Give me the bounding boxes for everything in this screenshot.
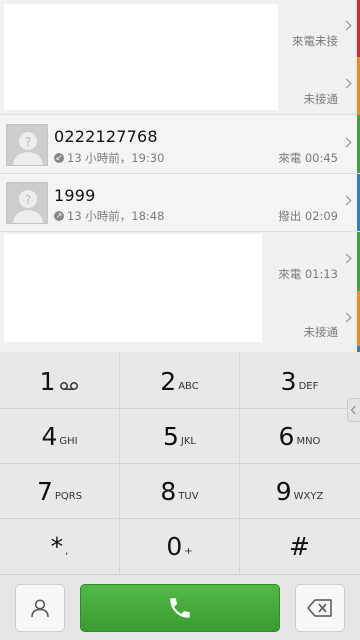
call-log-row[interactable]: 未接通: [0, 291, 360, 352]
call-status: 未接通: [303, 325, 339, 339]
dialer-action-bar: [0, 574, 360, 640]
call-time: ↙ 13 小時前，19:30: [54, 151, 165, 165]
key-3[interactable]: 3 DEF: [240, 354, 359, 409]
default-avatar-icon: ?: [7, 183, 47, 223]
call-log-row[interactable]: 來電 01:13: [0, 232, 360, 342]
dialpad: 1 2 ABC 3 DEF 4 GHI 5 JKL 6 MNO 7 PQRS 8…: [0, 352, 360, 574]
call-log-row[interactable]: ? 1999 ↗ 13 小時前，18:48 撥出 02:09: [0, 174, 360, 232]
key-6[interactable]: 6 MNO: [240, 409, 359, 464]
key-7[interactable]: 7 PQRS: [0, 464, 119, 519]
avatar: ?: [6, 124, 48, 166]
call-duration: 來電 01:13: [278, 267, 338, 281]
call-button[interactable]: [80, 584, 280, 632]
call-log-row[interactable]: ? 0222127768 ↙ 13 小時前，19:30 來電 00:45: [0, 115, 360, 174]
drawer-handle-icon[interactable]: [347, 398, 360, 422]
chevron-right-icon[interactable]: [341, 312, 352, 323]
key-8[interactable]: 8 TUV: [120, 464, 239, 519]
call-log-row[interactable]: 來電未接: [0, 0, 360, 110]
chevron-right-icon[interactable]: [341, 195, 352, 206]
incoming-call-icon: ↙: [54, 153, 64, 163]
call-status: 來電未接: [292, 34, 338, 48]
key-star[interactable]: * ,: [0, 519, 119, 574]
key-5[interactable]: 5 JKL: [120, 409, 239, 464]
chevron-right-icon[interactable]: [341, 253, 352, 264]
key-hash[interactable]: #: [240, 519, 359, 574]
key-4[interactable]: 4 GHI: [0, 409, 119, 464]
contacts-icon: [31, 599, 49, 618]
chevron-right-icon[interactable]: [341, 20, 352, 31]
contacts-button[interactable]: [15, 584, 65, 632]
key-0[interactable]: 0 +: [120, 519, 239, 574]
call-log-list: 來電未接 未接通 ? 0222127768 ↙ 13 小時前，19:30 來電 …: [0, 0, 360, 352]
call-status: 未接通: [303, 92, 339, 106]
avatar: ?: [6, 182, 48, 224]
phone-number: 0222127768: [54, 127, 158, 146]
backspace-button[interactable]: [295, 584, 345, 632]
call-duration: 來電 00:45: [278, 151, 338, 165]
svg-text:?: ?: [25, 135, 31, 149]
key-1[interactable]: 1: [0, 354, 119, 409]
voicemail-icon: [60, 382, 79, 390]
chevron-right-icon[interactable]: [341, 137, 352, 148]
phone-icon: [170, 598, 190, 618]
call-duration: 撥出 02:09: [278, 209, 338, 223]
phone-number: 1999: [54, 186, 96, 205]
outgoing-call-icon: ↗: [54, 211, 64, 221]
call-log-row[interactable]: 未接通: [0, 57, 360, 115]
key-9[interactable]: 9 WXYZ: [240, 464, 359, 519]
svg-text:?: ?: [25, 193, 31, 207]
call-time: ↗ 13 小時前，18:48: [54, 209, 165, 223]
chevron-right-icon[interactable]: [341, 78, 352, 89]
default-avatar-icon: ?: [7, 125, 47, 165]
key-2[interactable]: 2 ABC: [120, 354, 239, 409]
backspace-icon: [307, 599, 332, 617]
